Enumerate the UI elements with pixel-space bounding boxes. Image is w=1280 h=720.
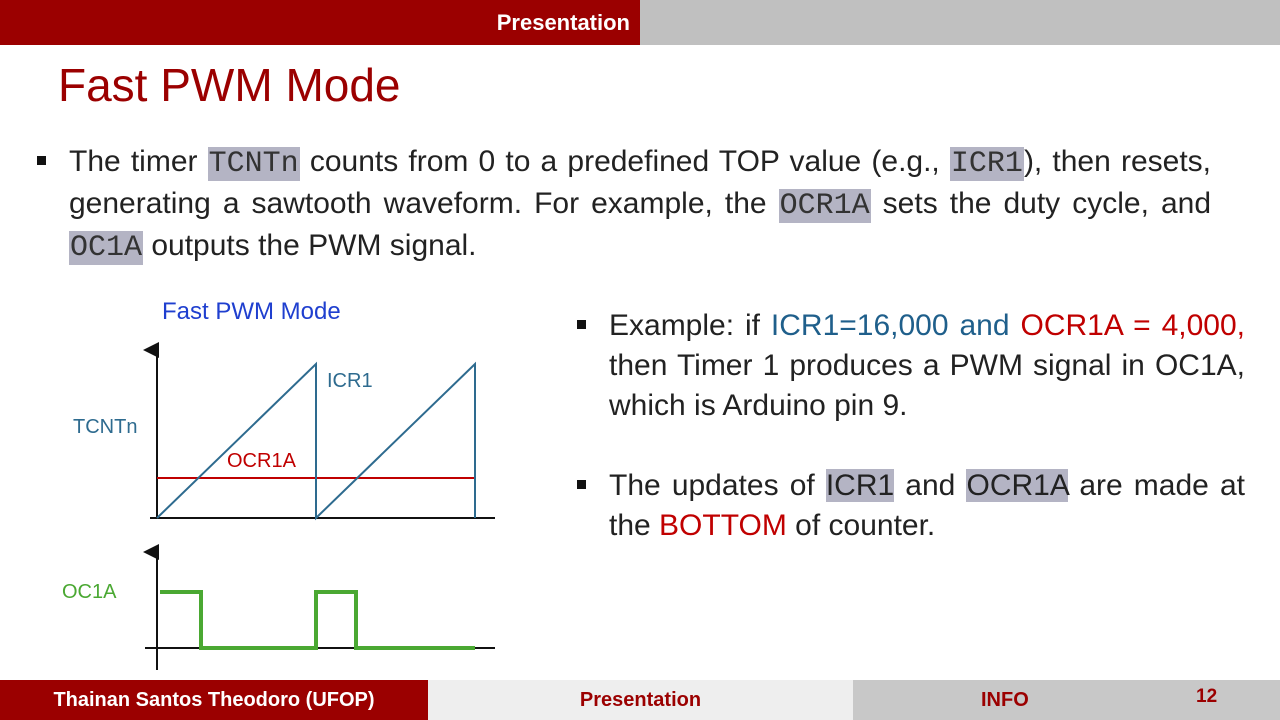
footer-section: Presentation: [428, 680, 853, 720]
icr1-value: ICR1=16,000 and: [770, 309, 1010, 342]
page-number: 12: [1196, 686, 1218, 707]
slide-title: Fast PWM Mode: [58, 59, 401, 111]
code-ocr1a: OCR1A: [778, 189, 871, 223]
bottom-keyword: BOTTOM: [659, 509, 787, 542]
bullet1-text: The timer: [69, 145, 208, 178]
bullet1-text: outputs the PWM signal.: [143, 229, 477, 262]
code-tcntn: TCNTn: [207, 147, 300, 181]
footer-info: INFO 12: [853, 680, 1280, 720]
footer-author: Thainan Santos Theodoro (UFOP): [0, 680, 428, 720]
highlight-ocr1a: OCR1A: [966, 469, 1069, 502]
header-section-bar: Presentation: [0, 0, 640, 45]
footer-section-text: Presentation: [579, 688, 702, 711]
bullet-marker: [37, 156, 46, 165]
highlight-icr1: ICR1: [825, 469, 895, 502]
bullet3-text: and: [894, 469, 967, 502]
sawtooth-waveform: [156, 361, 476, 521]
footer-author-text: Thainan Santos Theodoro (UFOP): [53, 688, 375, 711]
ocr1a-value: OCR1A = 4,000,: [1020, 309, 1245, 342]
waveform-plot: [143, 342, 495, 670]
bullet-updates: The updates of ICR1 and OCR1A are made a…: [577, 466, 1245, 546]
code-icr1: ICR1: [949, 147, 1024, 181]
bullet1-text: sets the duty cycle, and: [870, 187, 1212, 220]
fast-pwm-diagram: Fast PWM Mode TCNTn ICR1 OCR1A OC1A: [0, 290, 520, 680]
bullet3-text: of counter.: [786, 509, 936, 542]
header-right-bar: [640, 0, 1280, 45]
header-section-label: Presentation: [496, 9, 630, 35]
pwm-waveform: [160, 590, 475, 650]
code-oc1a: OC1A: [69, 231, 144, 265]
bullet2-text: then Timer 1 produces a PWM signal in OC…: [609, 349, 1245, 422]
bullet-marker: [577, 480, 586, 489]
bullet-timer-description: The timer TCNTn counts from 0 to a prede…: [37, 142, 1212, 268]
bullet-example: Example: if ICR1=16,000 and OCR1A = 4,00…: [577, 306, 1245, 426]
bullet3-text: The updates of: [609, 469, 826, 502]
bullet2-text: Example: if: [609, 309, 771, 342]
footer-subsection-text: INFO: [981, 689, 1029, 711]
bullet1-text: counts from 0 to a predefined TOP value …: [299, 145, 950, 178]
bullet-marker: [577, 320, 586, 329]
